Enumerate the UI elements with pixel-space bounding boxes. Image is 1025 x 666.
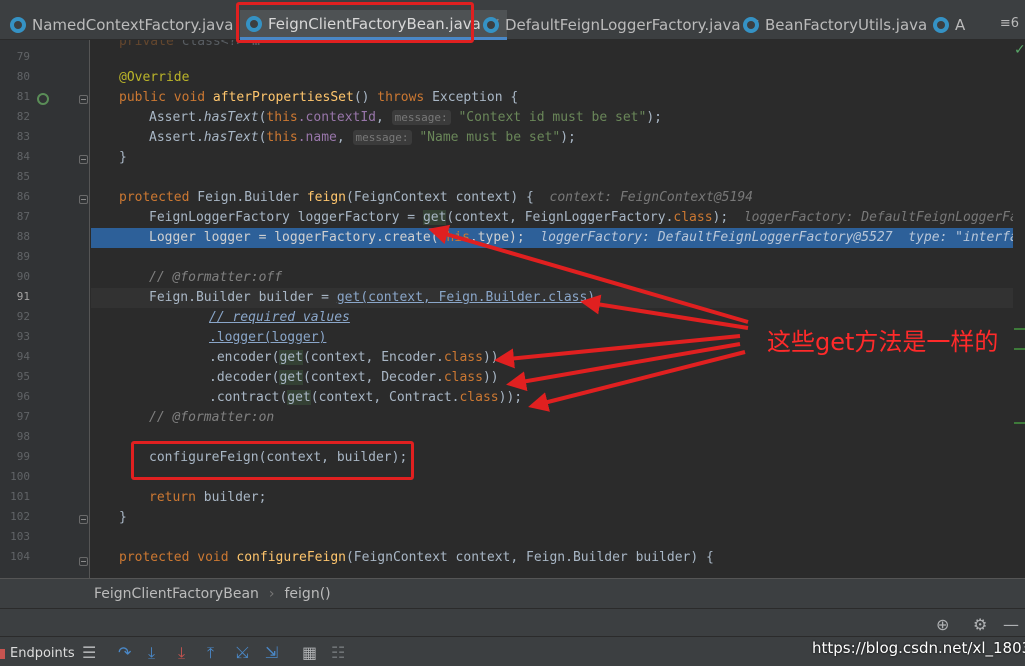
arrow-to-line-94 [494, 334, 741, 369]
annotation-note: 这些get方法是一样的 [767, 328, 999, 356]
arrow-to-line-88 [428, 224, 749, 324]
